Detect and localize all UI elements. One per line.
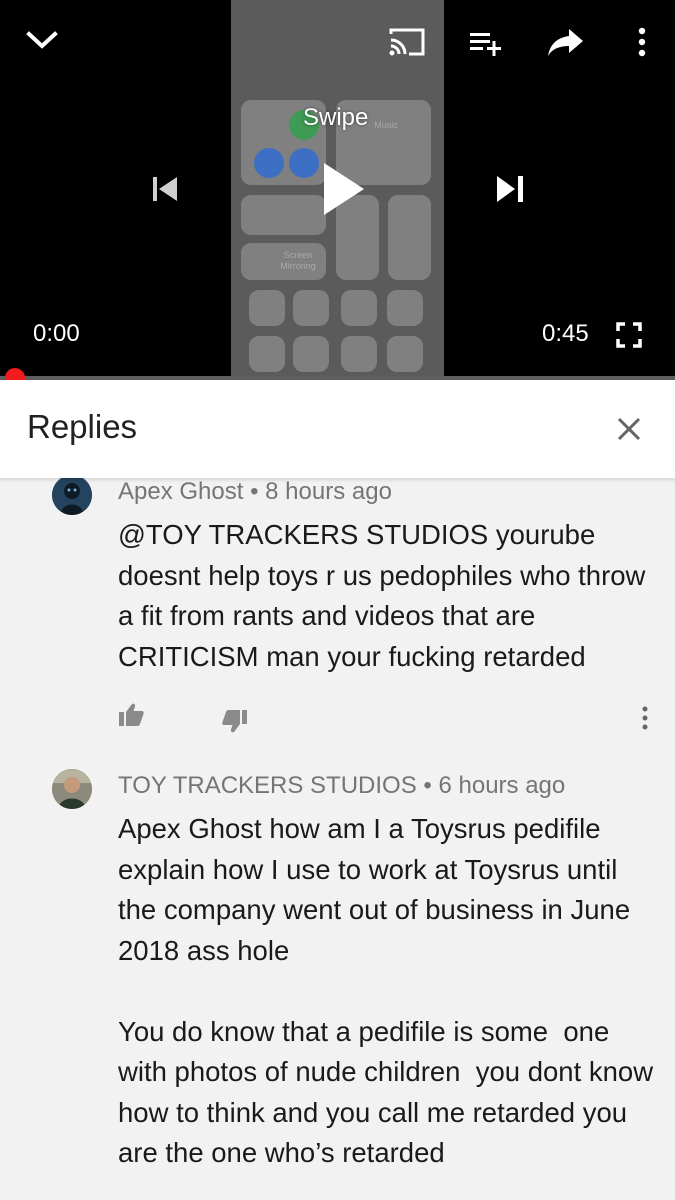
share-button[interactable] xyxy=(543,20,587,64)
avatar[interactable] xyxy=(52,475,92,515)
thumb-down-icon xyxy=(222,710,247,733)
minimize-button[interactable] xyxy=(20,18,64,62)
progress-scrubber[interactable] xyxy=(5,368,25,380)
thumb-music-label: Music xyxy=(374,120,398,130)
video-player[interactable]: Music Screen Mirroring Swipe 0:00 0:45 xyxy=(0,0,675,380)
chevron-down-icon xyxy=(26,31,58,49)
reply-comment: Apex Ghost • 8 hours ago @TOY TRACKERS S… xyxy=(0,470,675,760)
play-icon xyxy=(324,163,364,215)
video-overlay-text: Swipe xyxy=(303,104,369,131)
comment-time: 8 hours ago xyxy=(265,478,392,505)
player-more-button[interactable] xyxy=(620,20,664,64)
avatar-image-icon xyxy=(52,769,92,809)
dislike-button[interactable] xyxy=(216,704,254,738)
close-replies-button[interactable] xyxy=(606,406,652,452)
previous-button[interactable] xyxy=(140,165,188,213)
replies-title: Replies xyxy=(27,408,138,445)
add-to-playlist-icon xyxy=(470,33,501,56)
close-icon xyxy=(617,417,641,441)
cast-button[interactable] xyxy=(385,20,429,64)
add-to-playlist-button[interactable] xyxy=(464,20,508,64)
next-button[interactable] xyxy=(486,165,534,213)
duration: 0:45 xyxy=(542,320,589,347)
avatar-image-icon xyxy=(52,475,92,515)
like-button[interactable] xyxy=(112,698,150,732)
fullscreen-icon xyxy=(616,322,642,348)
comment-time: 6 hours ago xyxy=(438,772,566,799)
comment-meta: TOY TRACKERS STUDIOS • 6 hours ago xyxy=(118,772,565,800)
comment-text: Apex Ghost how am I a Toysrus pedifile e… xyxy=(118,813,654,1168)
meta-separator: • xyxy=(416,772,439,799)
replies-header: Replies xyxy=(0,380,675,478)
more-vertical-icon xyxy=(638,27,646,57)
comment-author[interactable]: Apex Ghost xyxy=(118,478,243,505)
current-time: 0:00 xyxy=(33,320,80,347)
comment-meta: Apex Ghost • 8 hours ago xyxy=(118,478,392,506)
comment-author[interactable]: TOY TRACKERS STUDIOS xyxy=(118,772,417,799)
thumb-up-icon xyxy=(119,703,144,726)
more-vertical-icon xyxy=(642,706,648,730)
cast-icon xyxy=(389,28,425,56)
reply-comment: TOY TRACKERS STUDIOS • 6 hours ago Apex … xyxy=(0,764,675,1200)
comment-more-button[interactable] xyxy=(630,700,660,736)
play-button[interactable] xyxy=(310,155,374,223)
comment-text: @TOY TRACKERS STUDIOS yourube doesnt hel… xyxy=(118,519,654,672)
meta-separator: • xyxy=(243,478,266,505)
next-icon xyxy=(497,176,523,202)
thumb-screen-mirroring-label: Screen Mirroring xyxy=(280,250,316,271)
fullscreen-button[interactable] xyxy=(610,316,648,354)
previous-icon xyxy=(153,177,177,201)
share-icon xyxy=(548,29,583,56)
avatar[interactable] xyxy=(52,769,92,809)
